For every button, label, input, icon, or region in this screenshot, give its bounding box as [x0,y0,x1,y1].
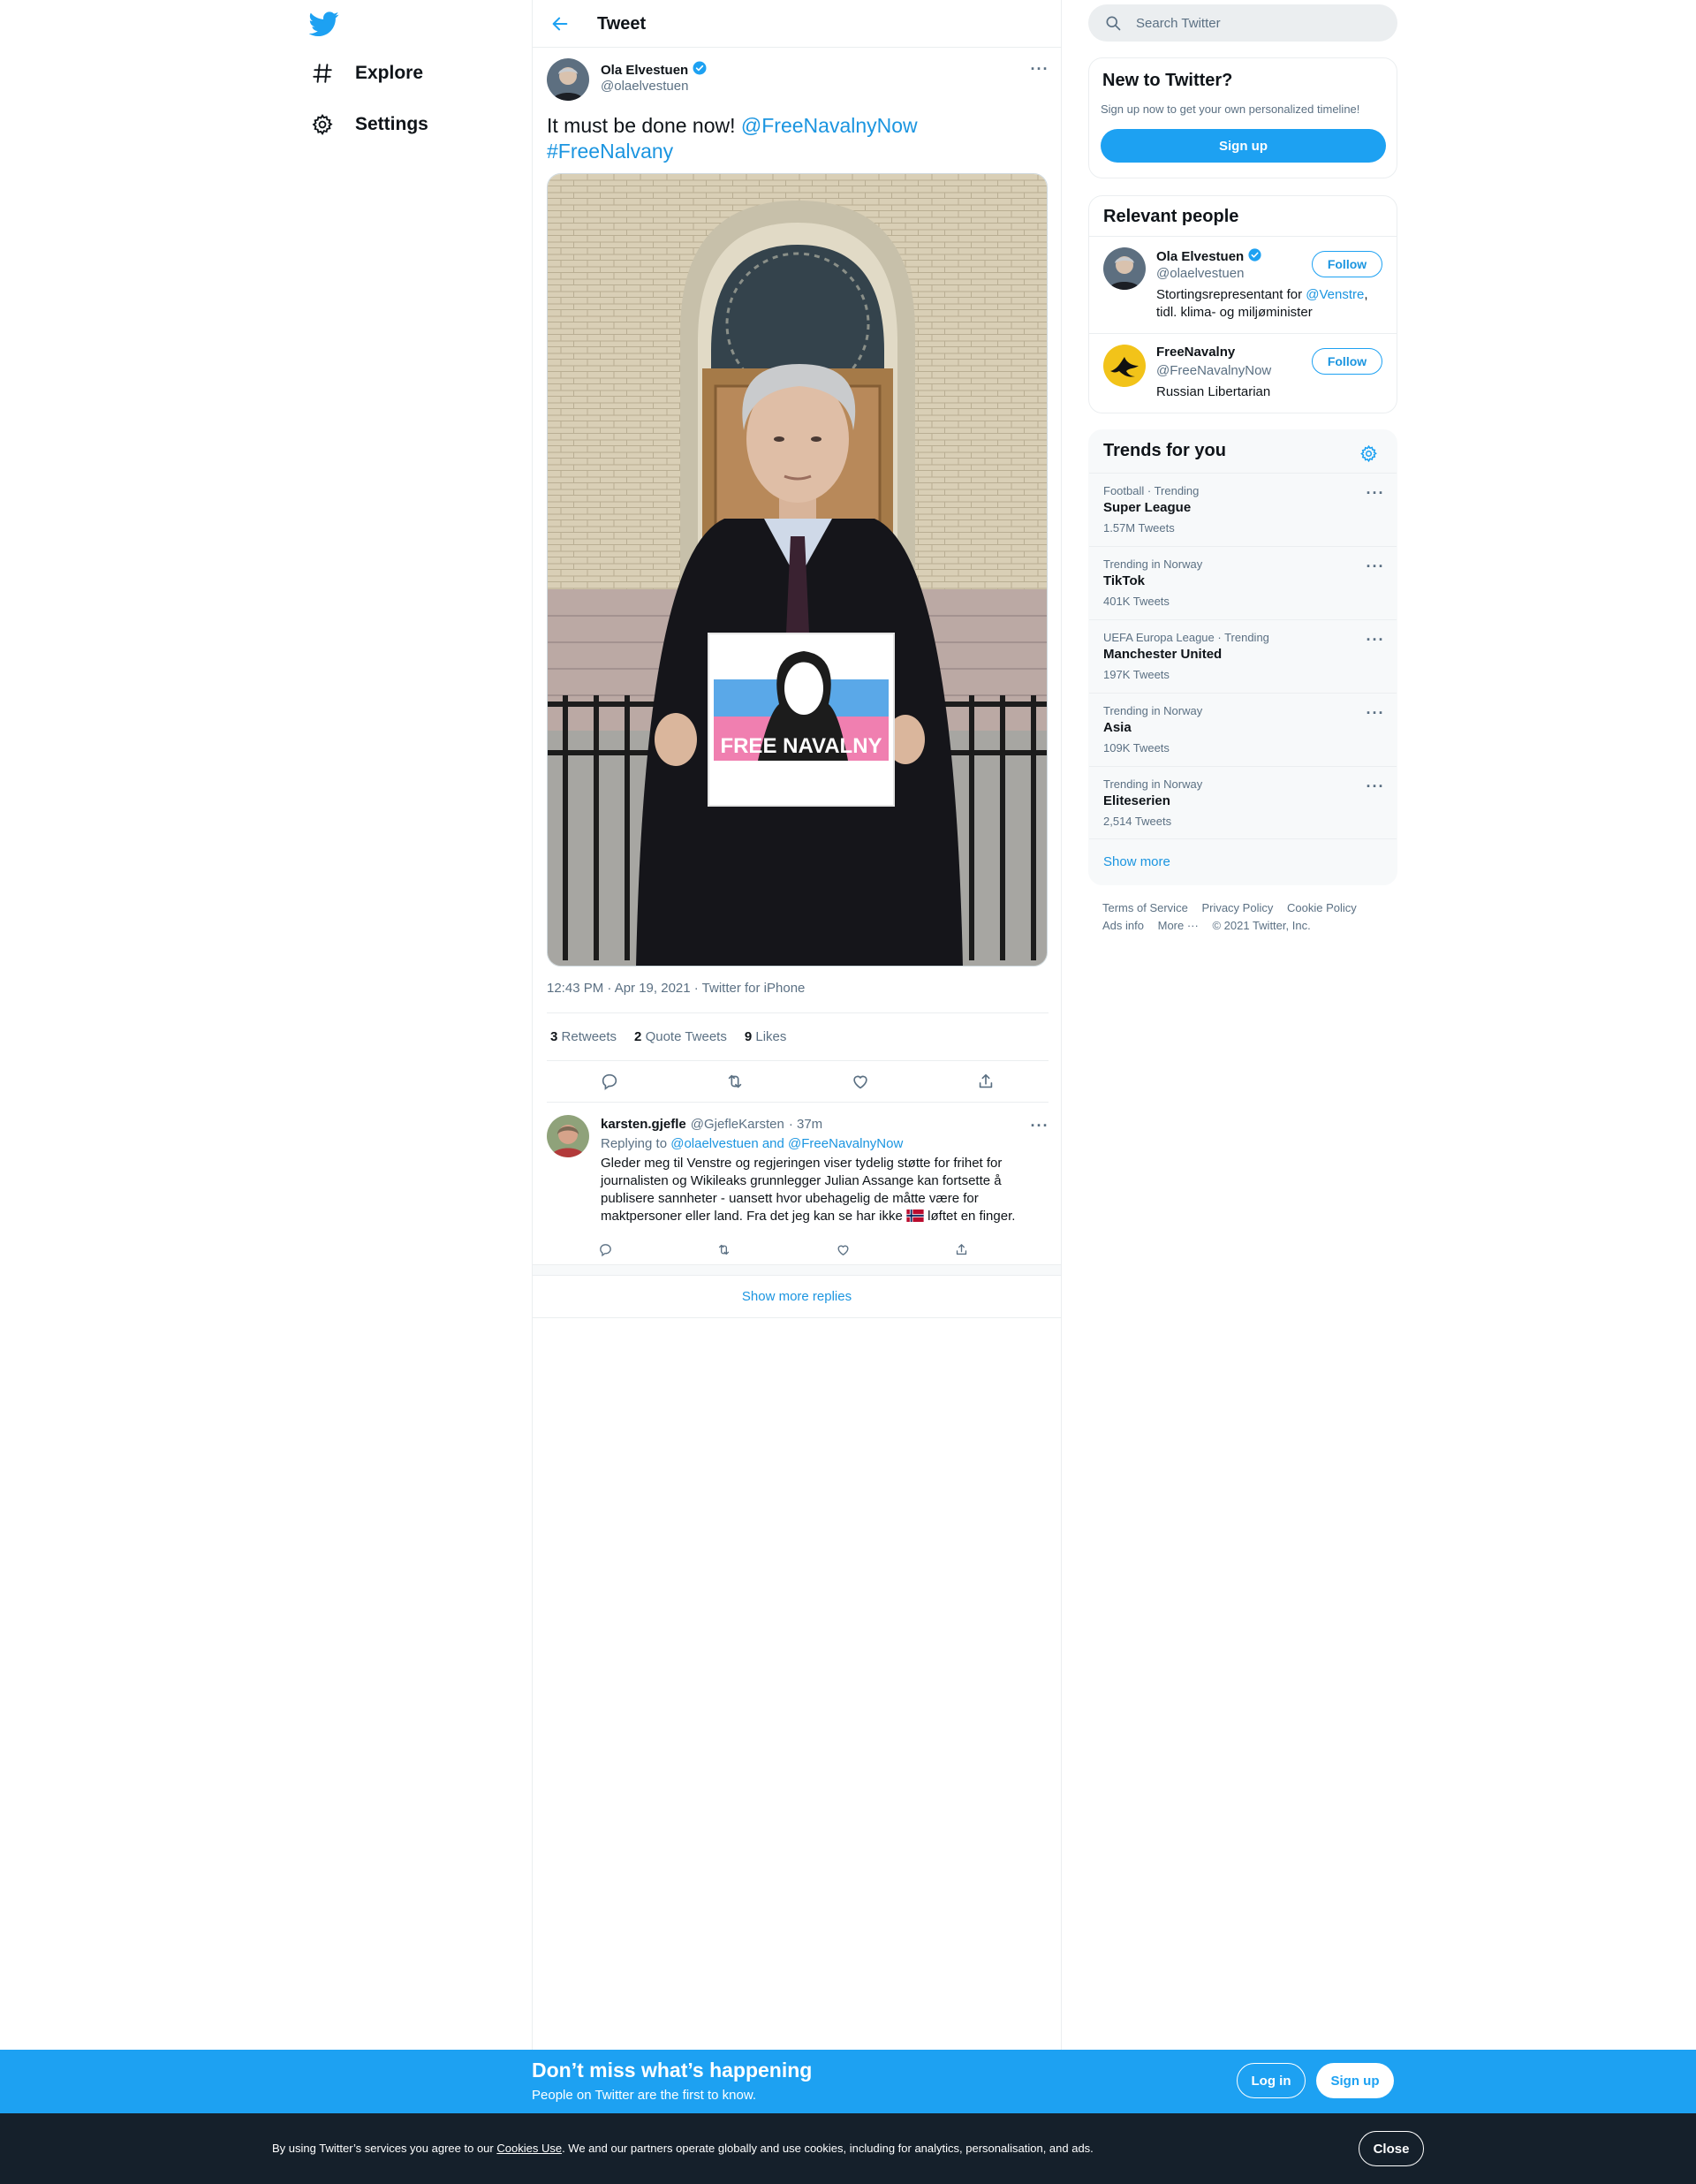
photo-sign-text: FREE NAVALNY [720,734,882,758]
norway-flag-icon [906,1210,924,1227]
banner-title: Don’t miss what’s happening [532,2059,813,2082]
hashtag-link[interactable]: #FreeNalvany [547,140,673,163]
nav-item-label: Settings [355,114,428,134]
cookie-banner: By using Twitter’s services you agree to… [0,2113,1696,2184]
login-button[interactable]: Log in [1237,2063,1306,2098]
new-to-twitter-title: New to Twitter? [1102,71,1233,90]
tweet-text: It must be done now! @FreeNavalnyNow #Fr… [547,114,918,163]
person-avatar[interactable] [1103,345,1146,387]
banner-signup-button[interactable]: Sign up [1316,2063,1394,2098]
trend-item[interactable]: Football · Trending Super League 1.57M Twe… [1089,473,1397,546]
author-avatar[interactable] [547,58,589,101]
retweet-icon[interactable] [719,1065,751,1097]
copyright: © 2021 Twitter, Inc. [1212,919,1311,932]
tweet-timestamp[interactable]: 12:43 PM · Apr 19, 2021 · Twitter for iP… [547,981,805,996]
verified-badge-icon [692,60,708,80]
gear-icon [309,111,336,138]
trend-more-icon[interactable]: ··· [1365,482,1386,504]
reply-actions [589,1233,978,1265]
venstre-link[interactable]: @Venstre [1306,287,1364,302]
cookie-close-button[interactable]: Close [1359,2131,1424,2166]
section-divider [533,1265,1061,1276]
page-title: Tweet [597,14,647,34]
trend-item[interactable]: Trending in Norway TikTok 401K Tweets ··· [1089,546,1397,619]
tweet-actions [547,1061,1049,1103]
person-name[interactable]: FreeNavalny [1156,345,1235,360]
new-to-twitter-card: New to Twitter? Sign up now to get your … [1088,57,1397,178]
footer-link[interactable]: Ads info [1102,919,1144,932]
trend-item[interactable]: Trending in Norway Eliteserien 2,514 Tweet… [1089,766,1397,839]
nav-item-settings[interactable]: Settings [309,102,428,147]
search-input[interactable]: Search Twitter [1136,16,1221,31]
cookie-text: By using Twitter’s services you agree to… [272,2142,1094,2155]
person-avatar[interactable] [1103,247,1146,290]
hashtag-icon [309,60,336,87]
trend-item[interactable]: UEFA Europa League · Trending Manchester … [1089,619,1397,693]
mention-link[interactable]: @FreeNavalnyNow [741,114,918,137]
relevant-person[interactable]: FreeNavalny @FreeNavalnyNow Russian Libe… [1089,333,1397,413]
search-box[interactable]: Search Twitter [1088,4,1397,42]
new-to-twitter-subtitle: Sign up now to get your own personalized… [1101,102,1360,116]
trend-more-icon[interactable]: ··· [1365,556,1386,577]
footer-link[interactable]: Privacy Policy [1201,901,1273,914]
reply-author-avatar[interactable] [547,1115,589,1157]
share-icon[interactable] [946,1233,978,1265]
show-more-replies-link[interactable]: Show more replies [533,1276,1061,1318]
person-bio: Stortingsrepresentant for @Venstre, tidl… [1156,287,1368,320]
trend-more-icon[interactable]: ··· [1365,776,1386,797]
footer-links: Terms of Service Privacy Policy Cookie P… [1102,899,1385,935]
footer-link[interactable]: More ··· [1158,919,1199,932]
share-icon[interactable] [970,1065,1002,1097]
more-options-icon[interactable]: ··· [1029,58,1050,80]
page-header: Tweet [533,0,1061,48]
footer-link[interactable]: Cookie Policy [1287,901,1357,914]
person-handle[interactable]: @FreeNavalnyNow [1156,363,1271,378]
tweet-stats: 3 Retweets 2 Quote Tweets 9 Likes [547,1012,1049,1061]
like-icon[interactable] [844,1065,876,1097]
banner-subtitle: People on Twitter are the first to know. [532,2088,757,2103]
retweet-icon[interactable] [708,1233,740,1265]
relevant-people-title: Relevant people [1103,207,1239,226]
replying-to-links[interactable]: @olaelvestuen and @FreeNavalnyNow [670,1136,903,1151]
reply-author[interactable]: karsten.gjefle @GjefleKarsten · 37m [601,1117,822,1132]
trends-title: Trends for you [1103,441,1226,460]
nav-item-explore[interactable]: Explore [309,51,423,95]
reply-icon[interactable] [589,1233,621,1265]
person-bio: Russian Libertarian [1156,384,1271,399]
footer-link[interactable]: Terms of Service [1102,901,1188,914]
follow-button[interactable]: Follow [1312,348,1382,375]
tweet-column: Tweet Ola Elvestuen @olaelvestuen ··· It… [532,0,1062,2050]
nav-item-label: Explore [355,63,424,83]
retweets-stat[interactable]: 3 Retweets [550,1029,617,1044]
likes-stat[interactable]: 9 Likes [745,1029,787,1044]
trend-more-icon[interactable]: ··· [1365,629,1386,650]
like-icon[interactable] [827,1233,859,1265]
replying-to: Replying to @olaelvestuen and @FreeNaval… [601,1136,904,1151]
person-name[interactable]: Ola Elvestuen [1156,247,1262,266]
search-icon [1104,14,1122,32]
reply-tweet[interactable]: karsten.gjefle @GjefleKarsten · 37m ··· … [533,1103,1061,1265]
trend-item[interactable]: Trending in Norway Asia 109K Tweets ··· [1089,693,1397,766]
sign-up-button[interactable]: Sign up [1101,129,1386,163]
reply-text: Gleder meg til Venstre og regjeringen vi… [601,1155,1047,1227]
reply-more-options-icon[interactable]: ··· [1029,1115,1050,1136]
quote-tweets-stat[interactable]: 2 Quote Tweets [634,1029,727,1044]
cookies-use-link[interactable]: Cookies Use [496,2142,562,2155]
relevant-people-card: Relevant people Ola Elvestuen @olaelvest… [1088,195,1397,413]
show-more-trends-link[interactable]: Show more [1103,854,1170,869]
author-name[interactable]: Ola Elvestuen [601,60,708,80]
trends-card: Trends for you Football · Trending Super … [1088,429,1397,885]
person-handle[interactable]: @olaelvestuen [1156,266,1244,281]
author-handle[interactable]: @olaelvestuen [601,79,688,94]
relevant-person[interactable]: Ola Elvestuen @olaelvestuen Stortingsrep… [1089,236,1397,333]
trends-settings-gear-icon[interactable] [1354,439,1382,467]
twitter-logo-icon[interactable] [308,9,339,39]
reply-icon[interactable] [594,1065,625,1097]
tweet-photo[interactable]: FREE NAVALNY [547,173,1048,967]
trend-more-icon[interactable]: ··· [1365,702,1386,724]
follow-button[interactable]: Follow [1312,251,1382,277]
signup-banner: Don’t miss what’s happening People on Tw… [0,2050,1696,2113]
verified-badge-icon [1247,247,1262,266]
back-arrow-icon[interactable] [547,11,573,37]
